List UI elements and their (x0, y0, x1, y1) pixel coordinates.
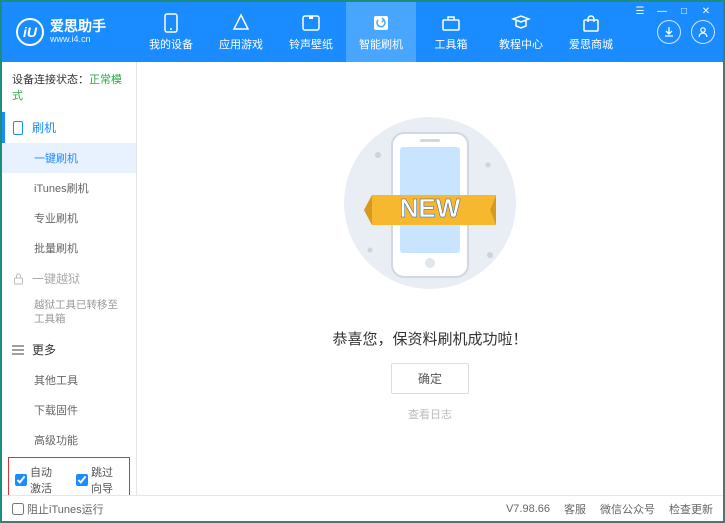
sidebar-one-click-flash[interactable]: 一键刷机 (2, 143, 136, 173)
nav-label: 智能刷机 (359, 36, 403, 52)
store-icon (580, 13, 602, 33)
sidebar-other-tools[interactable]: 其他工具 (2, 365, 136, 395)
nav-label: 爱思商城 (569, 36, 613, 52)
flash-icon (370, 13, 392, 33)
wechat-link[interactable]: 微信公众号 (600, 501, 655, 517)
app-url: www.i4.cn (50, 35, 106, 45)
nav-label: 教程中心 (499, 36, 543, 52)
main-content: NEW 恭喜您，保资料刷机成功啦！ 确定 查看日志 (137, 62, 723, 495)
version-label: V7.98.66 (506, 503, 550, 515)
view-log-link[interactable]: 查看日志 (408, 406, 452, 422)
phone-icon (12, 122, 24, 134)
toolbox-icon (440, 13, 462, 33)
minimize-icon[interactable]: — (655, 6, 669, 17)
close-icon[interactable]: ✕ (699, 6, 713, 17)
nav-my-device[interactable]: 我的设备 (136, 2, 206, 62)
nav-flash[interactable]: 智能刷机 (346, 2, 416, 62)
logo-block: iU 爱思助手 www.i4.cn (16, 18, 136, 46)
download-button[interactable] (657, 20, 681, 44)
support-link[interactable]: 客服 (564, 501, 586, 517)
nav-label: 我的设备 (149, 36, 193, 52)
options-highlight: 自动激活 跳过向导 (8, 457, 130, 495)
nav-label: 铃声壁纸 (289, 36, 333, 52)
systray-icon[interactable]: ☰ (633, 6, 647, 17)
maximize-icon[interactable]: □ (677, 6, 691, 17)
logo-icon: iU (16, 18, 44, 46)
connection-status: 设备连接状态：正常模式 (2, 62, 136, 112)
nav-tutorials[interactable]: 教程中心 (486, 2, 556, 62)
new-banner-text: NEW (400, 193, 461, 223)
nav-label: 应用游戏 (219, 36, 263, 52)
block-itunes-checkbox[interactable]: 阻止iTunes运行 (12, 501, 104, 517)
app-title: 爱思助手 (50, 19, 106, 34)
nav-store[interactable]: 爱思商城 (556, 2, 626, 62)
sidebar-advanced[interactable]: 高级功能 (2, 425, 136, 455)
more-icon (12, 344, 24, 356)
sidebar-pro-flash[interactable]: 专业刷机 (2, 203, 136, 233)
device-icon (160, 13, 182, 33)
sidebar-itunes-flash[interactable]: iTunes刷机 (2, 173, 136, 203)
user-button[interactable] (691, 20, 715, 44)
auto-activate-checkbox[interactable]: 自动激活 (15, 464, 62, 495)
nav-apps[interactable]: 应用游戏 (206, 2, 276, 62)
sidebar-batch-flash[interactable]: 批量刷机 (2, 233, 136, 263)
sidebar: 设备连接状态：正常模式 刷机 一键刷机 iTunes刷机 专业刷机 批量刷机 一… (2, 62, 137, 495)
apps-icon (230, 13, 252, 33)
nav-toolbox[interactable]: 工具箱 (416, 2, 486, 62)
ok-button[interactable]: 确定 (391, 363, 469, 394)
sidebar-download-firmware[interactable]: 下载固件 (2, 395, 136, 425)
lock-icon (12, 273, 24, 285)
success-illustration: NEW (330, 115, 530, 310)
footer: 阻止iTunes运行 V7.98.66 客服 微信公众号 检查更新 (2, 495, 723, 521)
section-more[interactable]: 更多 (2, 334, 136, 365)
nav-ringtones[interactable]: 铃声壁纸 (276, 2, 346, 62)
topbar: iU 爱思助手 www.i4.cn 我的设备 应用游戏 铃声壁纸 智能刷机 (2, 2, 723, 62)
skip-guide-checkbox[interactable]: 跳过向导 (76, 464, 123, 495)
nav-label: 工具箱 (435, 36, 468, 52)
section-jailbreak[interactable]: 一键越狱 (2, 263, 136, 294)
wallpaper-icon (300, 13, 322, 33)
jailbreak-note: 越狱工具已转移至工具箱 (2, 294, 136, 334)
success-message: 恭喜您，保资料刷机成功啦！ (332, 328, 527, 349)
section-flash[interactable]: 刷机 (2, 112, 136, 143)
main-nav: 我的设备 应用游戏 铃声壁纸 智能刷机 工具箱 教程中心 (136, 2, 657, 62)
tutorial-icon (510, 13, 532, 33)
check-update-link[interactable]: 检查更新 (669, 501, 713, 517)
